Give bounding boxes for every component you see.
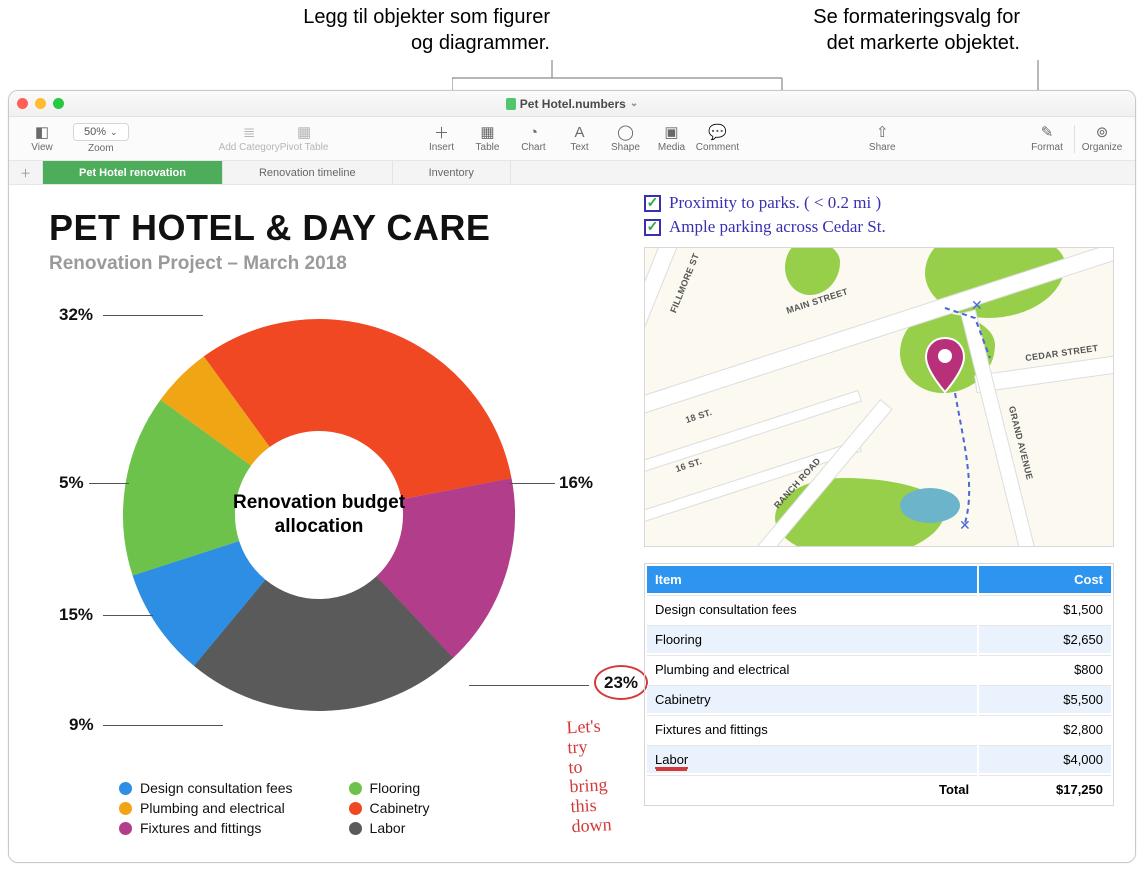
donut-chart[interactable]: Renovation budget allocation 32% 5% 15% … — [59, 305, 619, 785]
table-row[interactable]: Labor$4,000 — [647, 745, 1111, 773]
pct-label-23: 23% — [594, 673, 648, 693]
organize-button[interactable]: ⊚Organize — [1079, 124, 1125, 153]
pct-label-32: 32% — [59, 305, 93, 325]
canvas[interactable]: PET HOTEL & DAY CARE Renovation Project … — [9, 185, 1135, 862]
table-icon: ▦ — [480, 124, 494, 140]
sheet-tab-renovation-timeline[interactable]: Renovation timeline — [223, 161, 393, 184]
page-title: PET HOTEL & DAY CARE — [49, 207, 490, 249]
chart-icon: ◔ — [529, 124, 538, 140]
table-row[interactable]: Fixtures and fittings$2,800 — [647, 715, 1111, 743]
table-row[interactable]: Cabinetry$5,500 — [647, 685, 1111, 713]
document-icon — [506, 98, 516, 110]
add-category-button[interactable]: ≣Add Category — [219, 124, 280, 153]
sheet-tab-inventory[interactable]: Inventory — [393, 161, 511, 184]
checkbox-icon: ✓ — [644, 219, 661, 236]
svg-text:✕: ✕ — [959, 517, 971, 533]
chart-button[interactable]: ◔Chart — [510, 124, 556, 153]
table-row[interactable]: Flooring$2,650 — [647, 625, 1111, 653]
table-button[interactable]: ▦Table — [464, 124, 510, 153]
comment-button[interactable]: 💬Comment — [694, 124, 740, 153]
callout-format: Se formateringsvalg for det markerte obj… — [720, 4, 1020, 56]
zoom-label: Zoom — [88, 143, 114, 154]
format-button[interactable]: ✎Format — [1024, 124, 1070, 153]
shape-button[interactable]: ◯Shape — [602, 124, 648, 153]
pct-label-15: 15% — [59, 605, 93, 625]
toolbar: ◧ View 50%⌄ Zoom ≣Add Category ▦Pivot Ta… — [9, 117, 1135, 161]
page-subtitle: Renovation Project – March 2018 — [49, 253, 490, 275]
pct-label-9: 9% — [69, 715, 94, 735]
titlebar: Pet Hotel.numbers ⌄ — [9, 91, 1135, 117]
col-cost[interactable]: Cost — [979, 566, 1111, 593]
hand-annotation: Let's try to bring this down — [566, 716, 622, 837]
checklist: ✓Proximity to parks. ( < 0.2 mi ) ✓Ample… — [644, 193, 886, 241]
pct-label-5: 5% — [59, 473, 84, 493]
pct-label-16: 16% — [559, 473, 593, 493]
checkbox-icon: ✓ — [644, 195, 661, 212]
share-icon: ⇧ — [876, 124, 889, 140]
text-icon: A — [574, 124, 584, 140]
pivot-icon: ▦ — [297, 124, 311, 140]
chart-center-label: Renovation budget allocation — [119, 315, 519, 715]
chevron-down-icon: ⌄ — [110, 127, 118, 138]
media-icon: ▣ — [664, 124, 678, 140]
app-window: Pet Hotel.numbers ⌄ ◧ View 50%⌄ Zoom ≣Ad… — [8, 90, 1136, 863]
pivot-table-button[interactable]: ▦Pivot Table — [280, 124, 329, 153]
chevron-down-icon[interactable]: ⌄ — [630, 98, 638, 109]
sheet-tabs: ＋ Pet Hotel renovation Renovation timeli… — [9, 161, 1135, 185]
list-icon: ≣ — [243, 124, 256, 140]
plus-icon: ＋ — [434, 124, 449, 140]
view-button[interactable]: ◧ View — [19, 124, 65, 153]
organize-icon: ⊚ — [1096, 124, 1109, 140]
svg-text:✕: ✕ — [971, 297, 983, 313]
add-sheet-button[interactable]: ＋ — [9, 161, 43, 184]
format-icon: ✎ — [1041, 124, 1054, 140]
text-button[interactable]: AText — [556, 124, 602, 153]
callout-add-objects: Legg til objekter som figurer og diagram… — [190, 4, 550, 56]
chart-legend: Design consultation fees Flooring Plumbi… — [119, 780, 429, 836]
insert-button[interactable]: ＋Insert — [418, 124, 464, 153]
sheet-tab-pet-hotel-renovation[interactable]: Pet Hotel renovation — [43, 161, 223, 184]
map-image: FILLMORE ST MAIN STREET CEDAR STREET RAN… — [644, 247, 1114, 547]
table-total-row[interactable]: Total$17,250 — [647, 775, 1111, 803]
share-button[interactable]: ⇧Share — [859, 124, 905, 153]
table-row[interactable]: Design consultation fees$1,500 — [647, 595, 1111, 623]
col-item[interactable]: Item — [647, 566, 977, 593]
shape-icon: ◯ — [617, 124, 634, 140]
sidebar-icon: ◧ — [35, 124, 49, 140]
cost-table[interactable]: Item Cost Design consultation fees$1,500… — [644, 563, 1114, 806]
comment-icon: 💬 — [708, 124, 727, 140]
window-title: Pet Hotel.numbers — [520, 97, 626, 111]
media-button[interactable]: ▣Media — [648, 124, 694, 153]
table-row[interactable]: Plumbing and electrical$800 — [647, 655, 1111, 683]
zoom-dropdown[interactable]: 50%⌄ — [73, 123, 129, 141]
